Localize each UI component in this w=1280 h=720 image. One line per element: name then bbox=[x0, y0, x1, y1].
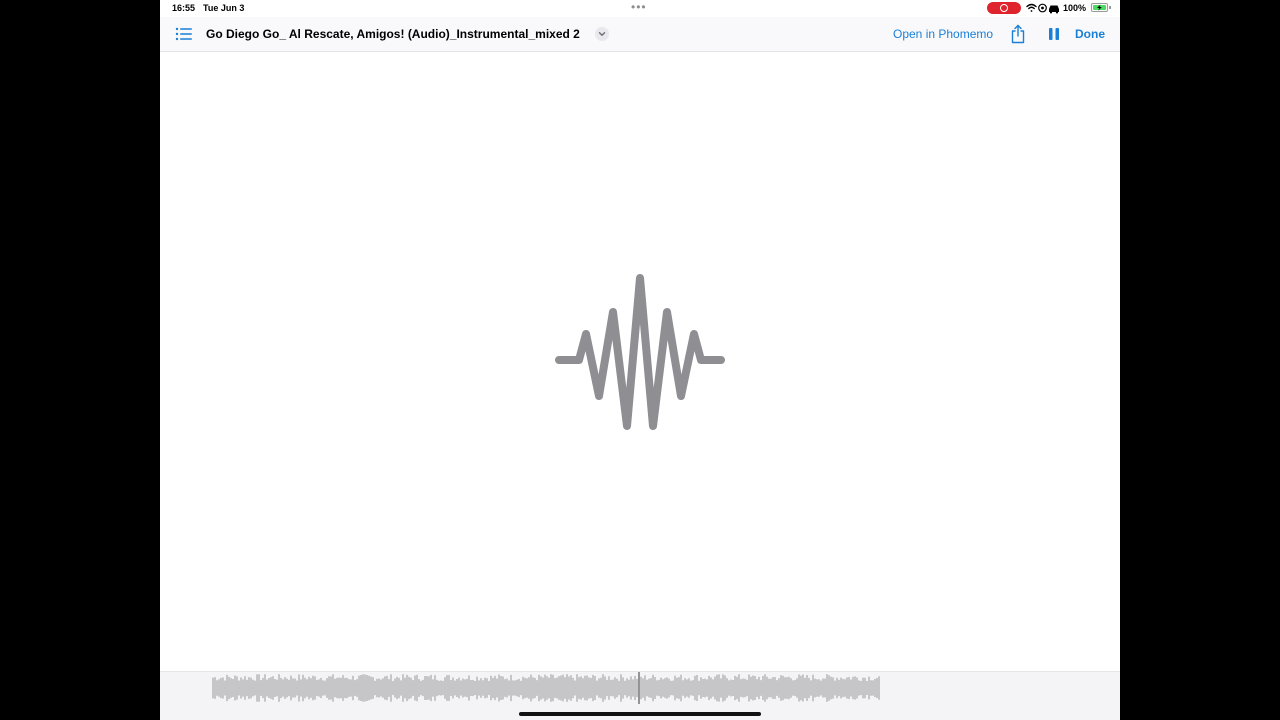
charging-bolt-icon bbox=[1097, 4, 1102, 11]
pause-icon[interactable] bbox=[1048, 27, 1060, 41]
share-icon[interactable] bbox=[1010, 24, 1026, 44]
home-indicator[interactable] bbox=[519, 712, 761, 716]
audio-waveform-icon bbox=[555, 274, 725, 430]
audio-preview-screen: 16:55 Tue Jun 3 ••• 100% Go Diego Go_ Al… bbox=[160, 0, 1120, 720]
document-title[interactable]: Go Diego Go_ Al Rescate, Amigos! (Audio)… bbox=[206, 27, 580, 41]
status-bar: 16:55 Tue Jun 3 ••• 100% bbox=[160, 0, 1120, 17]
wifi-icon bbox=[1026, 3, 1037, 12]
open-in-app-button[interactable]: Open in Phomemo bbox=[893, 27, 993, 41]
timeline-waveform[interactable] bbox=[212, 672, 884, 704]
list-icon[interactable] bbox=[175, 26, 193, 42]
status-date: Tue Jun 3 bbox=[203, 3, 245, 13]
audio-scrubber[interactable] bbox=[160, 671, 1120, 720]
battery-cap bbox=[1109, 6, 1111, 9]
battery-percentage: 100% bbox=[1063, 3, 1087, 13]
battery-icon bbox=[1091, 3, 1108, 12]
chevron-down-icon[interactable] bbox=[595, 27, 609, 41]
navigation-bar: Go Diego Go_ Al Rescate, Amigos! (Audio)… bbox=[160, 17, 1120, 52]
done-button[interactable]: Done bbox=[1075, 27, 1105, 41]
car-icon bbox=[1049, 5, 1059, 14]
status-time: 16:55 bbox=[172, 3, 196, 13]
screen-recording-indicator[interactable] bbox=[987, 2, 1021, 14]
status-icons bbox=[1026, 3, 1059, 14]
record-icon bbox=[1000, 4, 1008, 12]
location-icon bbox=[1038, 3, 1047, 13]
multitasking-dots-icon[interactable]: ••• bbox=[631, 1, 647, 13]
